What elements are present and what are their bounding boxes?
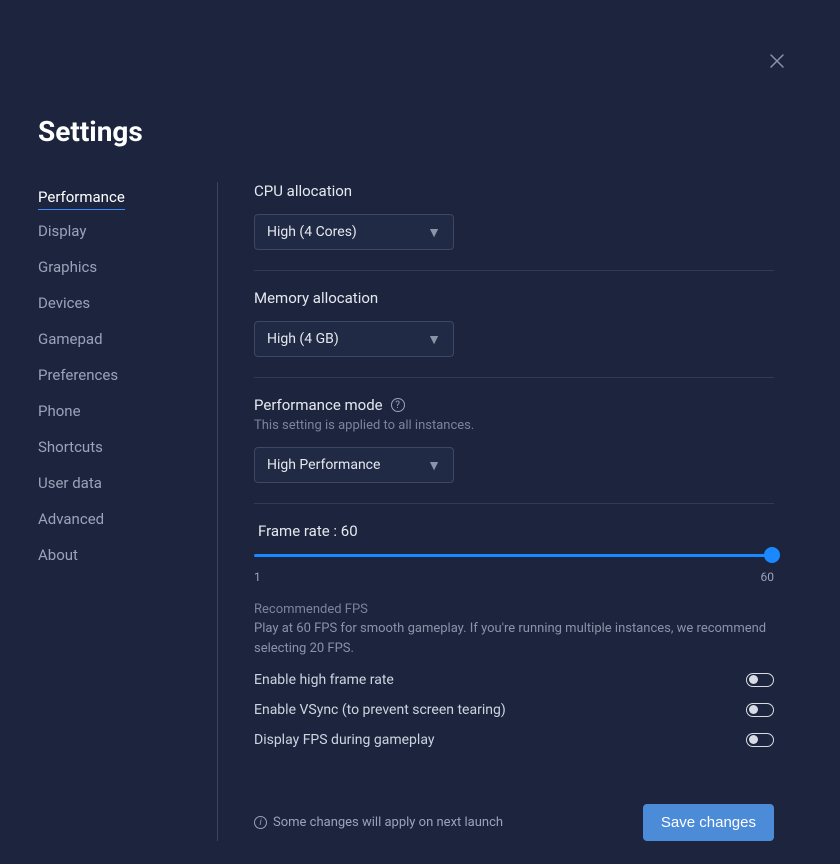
perfmode-select[interactable]: High Performance ▼: [254, 447, 454, 483]
vsync-toggle[interactable]: [746, 703, 774, 717]
footer-note: i Some changes will apply on next launch: [254, 815, 503, 830]
framerate-max: 60: [761, 570, 775, 584]
toggle-row-vsync: Enable VSync (to prevent screen tearing): [254, 702, 774, 718]
sidebar-item-gamepad[interactable]: Gamepad: [38, 324, 103, 354]
sidebar-item-devices[interactable]: Devices: [38, 288, 90, 318]
content: CPU allocation High (4 Cores) ▼ Memory a…: [218, 182, 802, 841]
perfmode-label-text: Performance mode: [254, 396, 383, 414]
framerate-slider[interactable]: [254, 548, 774, 564]
recommended-fps-title: Recommended FPS: [254, 602, 774, 617]
sidebar-item-user-data[interactable]: User data: [38, 468, 102, 498]
framerate-value: 60: [341, 522, 358, 540]
sidebar-item-shortcuts[interactable]: Shortcuts: [38, 432, 103, 462]
help-icon[interactable]: ?: [391, 398, 405, 412]
info-icon: i: [254, 816, 267, 829]
sidebar-item-about[interactable]: About: [38, 540, 78, 570]
section-perfmode: Performance mode ? This setting is appli…: [254, 396, 774, 504]
toggle-row-high-fps: Enable high frame rate: [254, 672, 774, 688]
sidebar-item-preferences[interactable]: Preferences: [38, 360, 118, 390]
footer: i Some changes will apply on next launch…: [254, 804, 774, 841]
high-fps-label: Enable high frame rate: [254, 672, 394, 688]
chevron-down-icon: ▼: [427, 331, 441, 348]
perfmode-hint: This setting is applied to all instances…: [254, 418, 774, 433]
footer-note-text: Some changes will apply on next launch: [273, 815, 503, 830]
sidebar-item-display[interactable]: Display: [38, 216, 86, 246]
sidebar-item-performance[interactable]: Performance: [38, 182, 125, 210]
sidebar-item-advanced[interactable]: Advanced: [38, 504, 104, 534]
sidebar: Performance Display Graphics Devices Gam…: [38, 182, 218, 841]
vsync-label: Enable VSync (to prevent screen tearing): [254, 702, 506, 718]
slider-thumb-icon[interactable]: [764, 547, 780, 563]
sidebar-item-graphics[interactable]: Graphics: [38, 252, 97, 282]
display-fps-toggle[interactable]: [746, 733, 774, 747]
framerate-min: 1: [254, 570, 261, 584]
section-framerate: Frame rate : 60 1 60 Recommended FPS Pla…: [254, 522, 774, 768]
cpu-select-value: High (4 Cores): [267, 224, 357, 240]
cpu-select[interactable]: High (4 Cores) ▼: [254, 214, 454, 250]
memory-label: Memory allocation: [254, 289, 774, 307]
memory-select-value: High (4 GB): [267, 331, 339, 347]
chevron-down-icon: ▼: [427, 457, 441, 474]
framerate-label-prefix: Frame rate :: [258, 522, 341, 540]
toggle-row-display-fps: Display FPS during gameplay: [254, 732, 774, 748]
recommended-fps-desc: Play at 60 FPS for smooth gameplay. If y…: [254, 619, 774, 658]
perfmode-label: Performance mode ?: [254, 396, 774, 414]
cpu-label: CPU allocation: [254, 182, 774, 200]
perfmode-select-value: High Performance: [267, 457, 380, 473]
section-memory: Memory allocation High (4 GB) ▼: [254, 289, 774, 378]
chevron-down-icon: ▼: [427, 224, 441, 241]
section-cpu: CPU allocation High (4 Cores) ▼: [254, 182, 774, 271]
save-changes-button[interactable]: Save changes: [643, 804, 774, 841]
display-fps-label: Display FPS during gameplay: [254, 732, 434, 748]
sidebar-item-phone[interactable]: Phone: [38, 396, 81, 426]
high-fps-toggle[interactable]: [746, 673, 774, 687]
memory-select[interactable]: High (4 GB) ▼: [254, 321, 454, 357]
framerate-label: Frame rate : 60: [254, 522, 774, 540]
page-title: Settings: [38, 115, 802, 148]
close-icon[interactable]: [768, 52, 786, 74]
